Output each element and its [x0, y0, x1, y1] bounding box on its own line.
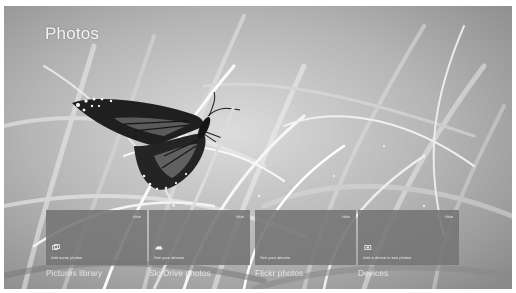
skydrive-icon — [155, 246, 163, 250]
hide-link[interactable]: Hide — [445, 214, 453, 219]
tile-description: See your albums — [260, 255, 291, 260]
tile-label-pictures-library[interactable]: Pictures library — [46, 268, 102, 278]
tile-label-skydrive-photos[interactable]: SkyDrive photos — [149, 268, 211, 278]
pictures-library-icon — [52, 244, 60, 250]
hide-link[interactable]: Hide — [133, 214, 141, 219]
tile-flickr-photos[interactable]: Hide See your albums — [255, 210, 356, 265]
tile-description: Add some photos — [51, 255, 83, 260]
tile-label-flickr-photos[interactable]: Flickr photos — [255, 268, 303, 278]
tile-description: See your albums — [154, 255, 185, 260]
tile-description: Add a device to see photos — [363, 255, 412, 260]
tile-label-devices[interactable]: Devices — [358, 268, 388, 278]
hide-link[interactable]: Hide — [342, 214, 350, 219]
app-title: Photos — [45, 24, 100, 43]
device-icon — [364, 245, 372, 250]
hide-link[interactable]: Hide — [236, 214, 244, 219]
tile-pictures-library[interactable]: Hide Add some photos — [46, 210, 147, 265]
photos-app: Photos Hide Add some photos Pictures lib… — [0, 0, 516, 293]
tile-devices[interactable]: Hide Add a device to see photos — [358, 210, 459, 265]
tile-skydrive-photos[interactable]: Hide See your albums — [149, 210, 250, 265]
